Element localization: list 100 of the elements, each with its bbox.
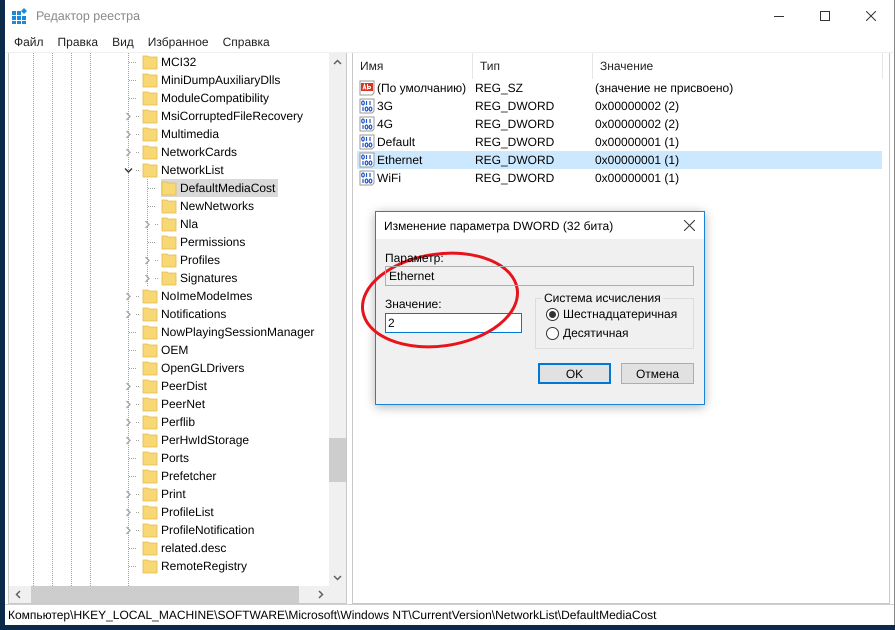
tree-item[interactable]: PerHwIdStorage (142, 431, 252, 449)
folder-icon (142, 414, 158, 430)
tree-item[interactable]: Signatures (161, 269, 240, 287)
tree-item[interactable]: NewNetworks (161, 197, 258, 215)
value-data: 0x00000001 (1) (595, 135, 680, 149)
folder-icon (142, 450, 158, 466)
tree-item[interactable]: PeerDist (142, 377, 210, 395)
folder-icon (142, 144, 158, 160)
folder-icon (161, 216, 177, 232)
value-type: REG_DWORD (475, 99, 554, 113)
folder-icon (161, 180, 177, 196)
folder-icon (142, 90, 158, 106)
tree-item[interactable]: OpenGLDrivers (142, 359, 248, 377)
value-row[interactable]: (По умолчанию) REG_SZ (значение не присвоено) (357, 79, 882, 97)
scroll-right-icon[interactable] (318, 590, 324, 599)
tree-item[interactable]: PeerNet (142, 395, 208, 413)
folder-icon (142, 360, 158, 376)
value-name: 3G (377, 99, 394, 113)
scrollbar-thumb[interactable] (31, 586, 299, 603)
tree-item[interactable]: Multimedia (142, 125, 222, 143)
binary-value-icon (359, 170, 375, 186)
chevron-down-icon[interactable] (124, 166, 133, 174)
value-row[interactable]: 3G REG_DWORD 0x00000002 (2) (357, 97, 882, 115)
binary-value-icon (359, 98, 375, 114)
tree-item[interactable]: RemoteRegistry (142, 557, 250, 575)
tree-item[interactable]: Nla (161, 215, 202, 233)
tree-item[interactable]: MiniDumpAuxiliaryDlls (142, 71, 284, 89)
binary-value-icon (359, 152, 375, 168)
radio-option[interactable]: Шестнадцатеричная (546, 307, 683, 321)
chevron-right-icon[interactable] (143, 220, 152, 228)
tree-item[interactable]: ProfileNotification (142, 521, 258, 539)
folder-icon (142, 432, 158, 448)
tree-item[interactable]: Permissions (161, 233, 248, 251)
value-name: WiFi (377, 171, 401, 185)
menu-item[interactable]: Вид (107, 35, 139, 49)
value-type: REG_DWORD (475, 135, 554, 149)
binary-value-icon (359, 134, 375, 150)
tree-item[interactable]: DefaultMediaCost (161, 179, 278, 197)
folder-icon (142, 468, 158, 484)
tree-item[interactable]: related.desc (142, 539, 230, 557)
folder-icon (142, 486, 158, 502)
value-row[interactable]: Default REG_DWORD 0x00000001 (1) (357, 133, 882, 151)
tree-item[interactable]: Print (142, 485, 189, 503)
binary-value-icon (359, 116, 375, 132)
scrollbar-thumb[interactable] (329, 438, 346, 482)
value-data: 0x00000001 (1) (595, 153, 680, 167)
folder-icon (142, 558, 158, 574)
tree-item[interactable]: Ports (142, 449, 192, 467)
tree-item[interactable]: Prefetcher (142, 467, 220, 485)
vertical-scrollbar[interactable] (329, 53, 346, 586)
folder-icon (142, 396, 158, 412)
string-value-icon (359, 80, 375, 96)
dialog-button[interactable]: Отмена (621, 363, 694, 384)
tree-item[interactable]: Perflib (142, 413, 198, 431)
value-data: 0x00000002 (2) (595, 99, 680, 113)
close-icon (684, 220, 694, 231)
column-header[interactable]: Имя (353, 53, 473, 79)
registry-editor-icon (11, 7, 29, 25)
window-title: Редактор реестра (36, 9, 142, 23)
scroll-up-icon[interactable] (333, 58, 342, 64)
folder-icon (161, 270, 177, 286)
field-label: Значение: (385, 297, 442, 312)
folder-icon (142, 504, 158, 520)
menu-item[interactable]: Файл (9, 35, 49, 49)
name-field[interactable]: Ethernet (385, 266, 694, 286)
value-data: 0x00000001 (1) (595, 171, 680, 185)
value-row[interactable]: WiFi REG_DWORD 0x00000001 (1) (357, 169, 882, 187)
value-type: REG_SZ (475, 81, 524, 95)
dialog-title: Изменение параметра DWORD (32 бита) (384, 218, 614, 232)
value-name: 4G (377, 117, 394, 131)
radio-option[interactable]: Десятичная (546, 326, 683, 340)
tree-item[interactable]: NoImeModeImes (142, 287, 256, 305)
tree-item[interactable]: Profiles (161, 251, 224, 269)
menu-item[interactable]: Справка (218, 35, 275, 49)
menu-item[interactable]: Избранное (142, 35, 214, 49)
value-row[interactable]: 4G REG_DWORD 0x00000002 (2) (357, 115, 882, 133)
folder-icon (142, 126, 158, 142)
tree-item[interactable]: ModuleCompatibility (142, 89, 272, 107)
tree-item[interactable]: OEM (142, 341, 192, 359)
dialog-button[interactable]: OK (538, 363, 611, 384)
radio-icon[interactable] (546, 326, 559, 340)
status-bar: Компьютер\HKEY_LOCAL_MACHINE\SOFTWARE\Microsoft\Windows NT\CurrentVersion\NetworkList\DefaultMediaCost (5, 604, 894, 625)
value-input[interactable]: 2 (385, 313, 522, 333)
column-header[interactable]: Значение (593, 53, 883, 79)
tree-item[interactable]: MsiCorruptedFileRecovery (142, 107, 306, 125)
scroll-down-icon[interactable] (333, 574, 342, 580)
tree-item[interactable]: NowPlayingSessionManager (142, 323, 318, 341)
folder-icon (142, 306, 158, 322)
tree-item[interactable]: NetworkList (142, 161, 227, 179)
tree-item[interactable]: Notifications (142, 305, 230, 323)
horizontal-scrollbar[interactable] (9, 586, 346, 603)
value-row[interactable]: Ethernet REG_DWORD 0x00000001 (1) (357, 151, 882, 169)
radio-icon[interactable] (546, 308, 559, 320)
column-header[interactable]: Тип (473, 53, 593, 79)
scroll-left-icon[interactable] (14, 590, 20, 599)
tree-item[interactable]: NetworkCards (142, 143, 240, 161)
tree-item[interactable]: MCI32 (142, 53, 200, 71)
folder-icon (142, 342, 158, 358)
menu-item[interactable]: Правка (52, 35, 104, 49)
tree-item[interactable]: ProfileList (142, 503, 217, 521)
